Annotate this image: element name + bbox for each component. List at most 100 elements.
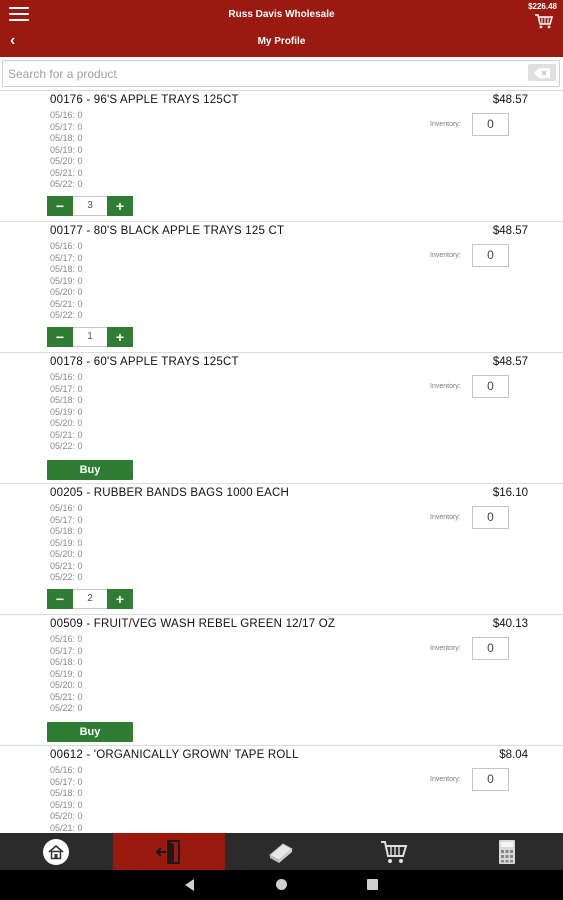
product-item: 00176 - 96'S APPLE TRAYS 125CT $48.57 05… <box>0 91 563 222</box>
inventory-field[interactable]: 0 <box>472 375 509 398</box>
history-line: 05/16: 0 <box>50 634 83 644</box>
buy-button[interactable]: Buy <box>47 722 133 742</box>
nav-cart[interactable] <box>338 833 451 870</box>
history-line: 05/16: 0 <box>50 503 83 513</box>
nav-catalog[interactable] <box>225 833 338 870</box>
inventory-label: Inventory: <box>430 121 461 128</box>
home-icon <box>43 838 70 865</box>
decrement-button[interactable]: − <box>47 589 73 609</box>
product-title: 00509 - FRUIT/VEG WASH REBEL GREEN 12/17… <box>50 618 336 630</box>
history-line: 05/22: 0 <box>50 703 83 713</box>
history-line: 05/21: 0 <box>50 298 83 309</box>
history-line: 05/16: 0 <box>50 110 83 120</box>
decrement-button[interactable]: − <box>47 196 73 216</box>
history-line: 05/19: 0 <box>50 668 83 679</box>
system-recents-icon[interactable] <box>367 879 378 890</box>
decrement-button[interactable]: − <box>47 327 73 347</box>
history-line: 05/19: 0 <box>50 144 83 155</box>
history-line: 05/16: 0 <box>50 372 83 382</box>
quantity-field[interactable]: 2 <box>73 589 107 609</box>
order-history: 05/16: 0 05/17: 0 05/18: 0 05/19: 0 05/2… <box>50 634 83 715</box>
order-history: 05/16: 0 05/17: 0 05/18: 0 05/19: 0 05/2… <box>50 503 83 584</box>
product-price: $8.04 <box>499 749 528 761</box>
product-price: $48.57 <box>492 225 528 237</box>
history-line: 05/18: 0 <box>50 395 83 405</box>
history-line: 05/18: 0 <box>50 133 83 143</box>
product-title: 00612 - 'ORGANICALLY GROWN' TAPE ROLL <box>50 749 299 761</box>
app-title: Russ Davis Wholesale <box>228 9 335 20</box>
app-bar: Russ Davis Wholesale $226.48 ‹ My Profil… <box>0 0 563 57</box>
cart-icon <box>381 840 408 863</box>
history-line: 05/22: 0 <box>50 572 83 582</box>
system-back-icon[interactable] <box>185 879 194 891</box>
history-line: 05/22: 0 <box>50 441 83 451</box>
history-line: 05/22: 0 <box>50 179 83 189</box>
cart-total: $226.48 <box>528 2 557 11</box>
history-line: 05/20: 0 <box>50 156 83 166</box>
product-price: $40.13 <box>492 618 528 630</box>
history-line: 05/21: 0 <box>50 691 83 702</box>
order-history: 05/16: 0 05/17: 0 05/18: 0 05/19: 0 05/2… <box>50 241 83 322</box>
history-line: 05/19: 0 <box>50 275 83 286</box>
increment-button[interactable]: + <box>107 327 133 347</box>
product-price: $48.57 <box>492 356 528 368</box>
system-home-icon[interactable] <box>276 879 287 890</box>
clear-search-button[interactable] <box>528 64 556 81</box>
increment-button[interactable]: + <box>107 196 133 216</box>
history-line: 05/18: 0 <box>50 526 83 536</box>
inventory-label: Inventory: <box>430 645 461 652</box>
inventory-field[interactable]: 0 <box>472 637 509 660</box>
product-item: 00509 - FRUIT/VEG WASH REBEL GREEN 12/17… <box>0 615 563 746</box>
quantity-stepper: − 1 + <box>47 327 133 347</box>
history-line: 05/20: 0 <box>50 549 83 559</box>
history-line: 05/19: 0 <box>50 406 83 417</box>
quantity-stepper: − 2 + <box>47 589 133 609</box>
history-line: 05/20: 0 <box>50 811 83 821</box>
history-line: 05/22: 0 <box>50 310 83 320</box>
product-item: 00177 - 80'S BLACK APPLE TRAYS 125 CT $4… <box>0 222 563 353</box>
search-input[interactable] <box>2 60 560 87</box>
inventory-field[interactable]: 0 <box>472 768 509 791</box>
quantity-field[interactable]: 3 <box>73 196 107 216</box>
system-nav-bar <box>0 870 563 900</box>
history-line: 05/21: 0 <box>50 429 83 440</box>
nav-home[interactable] <box>0 833 113 870</box>
history-line: 05/18: 0 <box>50 657 83 667</box>
history-line: 05/21: 0 <box>50 560 83 571</box>
history-line: 05/20: 0 <box>50 287 83 297</box>
product-price: $16.10 <box>492 487 528 499</box>
inventory-label: Inventory: <box>430 383 461 390</box>
cart-icon[interactable] <box>534 13 554 29</box>
history-line: 05/17: 0 <box>50 514 83 525</box>
history-line: 05/18: 0 <box>50 264 83 274</box>
history-line: 05/17: 0 <box>50 121 83 132</box>
history-line: 05/19: 0 <box>50 537 83 548</box>
product-title: 00178 - 60'S APPLE TRAYS 125CT <box>50 356 239 368</box>
inventory-field[interactable]: 0 <box>472 113 509 136</box>
history-line: 05/17: 0 <box>50 645 83 656</box>
nav-calculator[interactable] <box>450 833 563 870</box>
calculator-icon <box>498 839 515 864</box>
inventory-field[interactable]: 0 <box>472 506 509 529</box>
quantity-field[interactable]: 1 <box>73 327 107 347</box>
product-title: 00177 - 80'S BLACK APPLE TRAYS 125 CT <box>50 225 285 237</box>
inventory-field[interactable]: 0 <box>472 244 509 267</box>
order-history: 05/16: 0 05/17: 0 05/18: 0 05/19: 0 05/2… <box>50 765 83 833</box>
history-line: 05/18: 0 <box>50 788 83 798</box>
buy-button[interactable]: Buy <box>47 460 133 480</box>
page-title: My Profile <box>257 36 306 47</box>
inventory-label: Inventory: <box>430 252 461 259</box>
history-line: 05/16: 0 <box>50 241 83 251</box>
product-price: $48.57 <box>492 94 528 106</box>
history-line: 05/17: 0 <box>50 776 83 787</box>
search-bar <box>0 57 563 91</box>
order-history: 05/16: 0 05/17: 0 05/18: 0 05/19: 0 05/2… <box>50 110 83 191</box>
nav-logout[interactable] <box>112 833 226 870</box>
history-line: 05/17: 0 <box>50 383 83 394</box>
product-item: 00612 - 'ORGANICALLY GROWN' TAPE ROLL $8… <box>0 746 563 833</box>
backspace-icon <box>534 67 550 78</box>
increment-button[interactable]: + <box>107 589 133 609</box>
inventory-label: Inventory: <box>430 514 461 521</box>
history-line: 05/17: 0 <box>50 252 83 263</box>
product-item: 00205 - RUBBER BANDS BAGS 1000 EACH $16.… <box>0 484 563 615</box>
